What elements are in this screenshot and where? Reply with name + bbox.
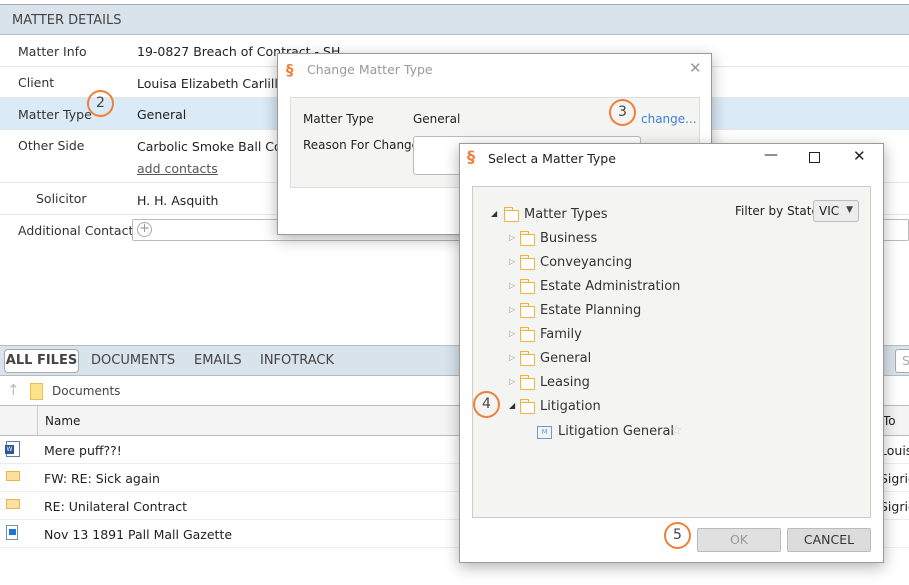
collapsed-triangle-icon[interactable]: ▷ [509,329,515,338]
ok-button[interactable]: OK [697,528,781,552]
folder-icon [519,351,535,366]
row-label: Client [18,75,55,90]
row-value: Louisa Elizabeth Carlill [137,76,278,91]
maximize-icon[interactable] [809,152,820,163]
add-contacts-link[interactable]: add contacts [137,161,218,176]
cancel-button[interactable]: CANCEL [787,528,871,552]
column-to[interactable]: To [883,414,896,428]
row-label: Matter Type [18,107,92,122]
row-value: Carbolic Smoke Ball Co [137,139,282,154]
tree-root-label: Matter Types [524,207,608,222]
chevron-down-icon: ▼ [846,205,853,215]
close-icon[interactable]: ✕ [853,147,866,165]
tab-all-files[interactable]: ALL FILES [4,349,79,373]
matter-type-value: General [413,112,461,126]
add-icon[interactable]: + [137,222,152,237]
state-filter-value: VIC [819,204,840,218]
breadcrumb-documents[interactable]: Documents [52,384,120,398]
collapsed-triangle-icon[interactable]: ▷ [509,377,515,386]
collapsed-triangle-icon[interactable]: ▷ [509,353,515,362]
dialog-title: Change Matter Type [307,62,433,77]
file-name: Nov 13 1891 Pall Mall Gazette [44,527,233,542]
matter-type-tree-panel: Filter by State VIC ▼ ◢ Matter Types ▷ Bus… [472,186,871,518]
folder-icon [519,399,535,414]
row-value: H. H. Asquith [137,193,219,208]
file-name: RE: Unilateral Contract [44,499,188,514]
step-3-marker: 3 [609,99,636,126]
star-icon[interactable]: ☆ [670,423,683,439]
matter-template-icon: M [537,426,552,439]
file-name: Mere puff??! [44,443,122,458]
file-to: Sigric [880,499,909,514]
row-label: Other Side [18,138,85,153]
matter-details-header: MATTER DETAILS [0,4,909,35]
folder-icon [519,375,535,390]
collapsed-triangle-icon[interactable]: ▷ [509,305,515,314]
folder-icon [519,303,535,318]
image-icon [6,525,18,543]
select-matter-type-dialog: § Select a Matter Type — ✕ Filter by Sta… [459,143,884,563]
tree-item-label: Conveyancing [540,255,633,270]
tab-infotrack[interactable]: INFOTRACK [260,353,334,368]
folder-icon [519,279,535,294]
word-doc-icon: W [5,441,20,460]
expanded-triangle-icon[interactable]: ◢ [491,209,497,218]
minimize-icon[interactable]: — [764,147,778,163]
matter-type-label: Matter Type [303,112,374,126]
step-5-marker: 5 [664,522,691,549]
change-link[interactable]: change... [641,112,697,126]
reason-label: Reason For Change [303,138,420,152]
row-label: Solicitor [36,191,87,206]
tree-item-label: Estate Planning [540,303,642,318]
tab-documents[interactable]: DOCUMENTS [91,353,175,368]
email-icon [6,497,20,512]
tab-emails[interactable]: EMAILS [194,353,242,368]
collapsed-triangle-icon[interactable]: ▷ [509,281,515,290]
row-label: Additional Contact [18,223,134,238]
row-value: General [137,107,187,122]
folder-icon [519,231,535,246]
file-to: Louis [880,443,909,458]
folder-icon [519,327,535,342]
filter-label: Filter by State [735,204,819,218]
row-label: Matter Info [18,44,87,59]
close-icon[interactable]: ✕ [689,59,702,77]
collapsed-triangle-icon[interactable]: ▷ [509,257,515,266]
step-2-marker: 2 [87,90,114,117]
file-name: FW: RE: Sick again [44,471,160,486]
search-input[interactable]: S [895,349,909,373]
collapsed-triangle-icon[interactable]: ▷ [509,233,515,242]
file-to: Sigric [880,471,909,486]
expanded-triangle-icon[interactable]: ◢ [509,401,515,410]
folder-icon [519,255,535,270]
tree-item-label: Estate Administration [540,279,681,294]
app-logo-icon: § [467,147,475,166]
state-filter-select[interactable]: VIC ▼ [813,200,859,222]
column-name[interactable]: Name [45,414,80,428]
folder-icon [30,383,43,400]
folder-icon [503,207,519,222]
tree-item-label: Business [540,231,598,246]
tree-item-label: Litigation [540,399,601,414]
step-4-marker: 4 [473,391,500,418]
tree-item-label: General [540,351,592,366]
app-logo-icon: § [286,61,294,79]
tree-item-label: Litigation General [558,424,675,439]
tree-item-label: Family [540,327,582,342]
email-icon [6,469,20,484]
up-arrow-icon[interactable]: ↑ [7,381,20,399]
tree-item-label: Leasing [540,375,590,390]
dialog-title: Select a Matter Type [488,151,616,166]
